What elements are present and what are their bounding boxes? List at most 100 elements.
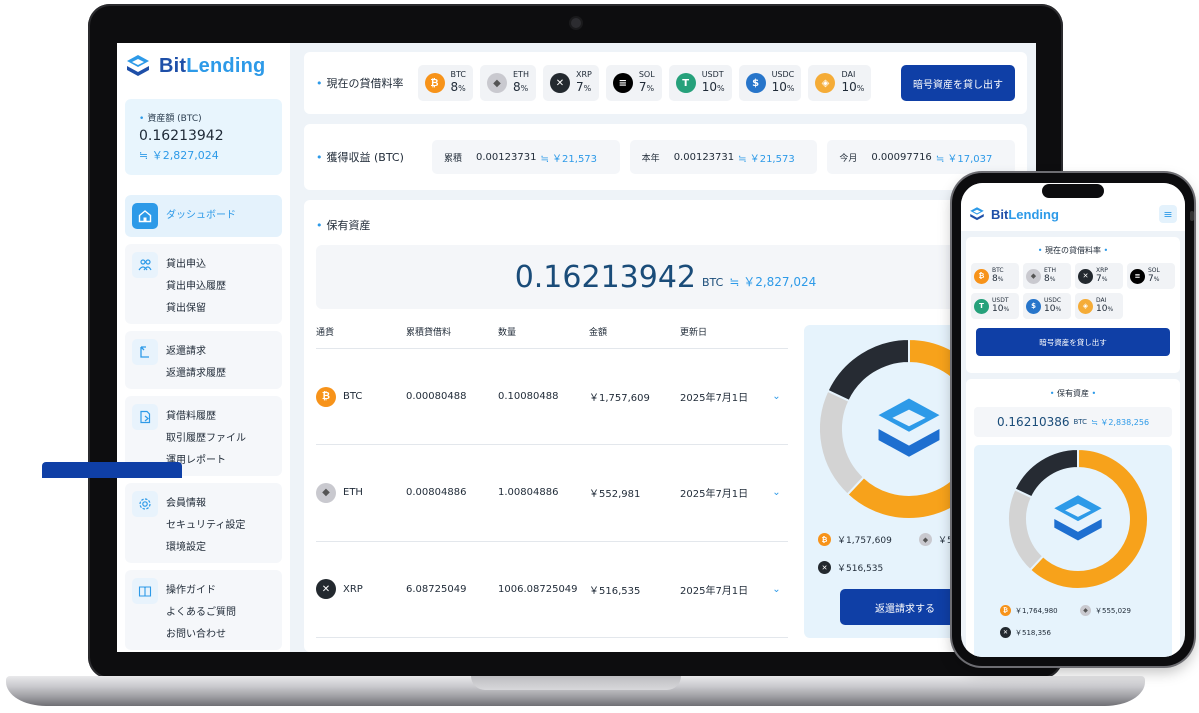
nav-trade-file[interactable]: 取引履歴ファイル xyxy=(166,431,246,446)
phone-holdings-card: 保有資産 0.16210386 BTC ≒ ￥2,838,256 ₿ ￥1,76… xyxy=(966,379,1180,657)
phone-legend-xrp: ✕ ￥518,356 xyxy=(1000,627,1051,638)
laptop-notch xyxy=(471,676,681,690)
legend-xrp: ✕ ￥516,535 xyxy=(818,561,883,574)
rate-number: 8 xyxy=(513,80,521,94)
legend-btc-value: ￥1,757,609 xyxy=(837,536,892,546)
donut-slice-eth xyxy=(818,389,866,497)
cell-fee: 6.08725049 xyxy=(406,541,498,639)
cell-amount: ￥516,535 xyxy=(589,541,680,639)
nav-fee-history[interactable]: 貸借料履歴 xyxy=(166,409,246,424)
lend-crypto-button[interactable]: 暗号資産を貸し出す xyxy=(901,65,1015,101)
phone-lend-button[interactable]: 暗号資産を貸し出す xyxy=(976,328,1170,356)
rate-symbol: USDC xyxy=(1044,297,1062,304)
table-row[interactable]: ✕ XRP 6.08725049 1006.08725049 ￥516,535 2025年… xyxy=(316,541,788,639)
earnings-btc: 0.00123731 xyxy=(673,151,735,163)
phone-legend-btc-value: ￥1,764,980 xyxy=(1015,606,1058,615)
phone-rate-chip-dai: ◈ DAI 10% xyxy=(1075,293,1123,319)
earnings-key: 本年 xyxy=(641,153,660,164)
eth-icon: ◆ xyxy=(1080,605,1091,616)
nav-group-return: 返還請求 返還請求履歴 xyxy=(125,331,282,389)
rate-symbol: USDT xyxy=(701,70,724,79)
donut-slice-eth xyxy=(1007,487,1045,572)
phone-holdings-title: 保有資産 xyxy=(966,388,1180,399)
rate-unit: % xyxy=(1107,306,1114,313)
book-icon xyxy=(132,578,158,604)
xrp-icon: ✕ xyxy=(316,579,336,600)
nav-member-info[interactable]: 会員情報 xyxy=(166,496,245,511)
rate-value: 10% xyxy=(992,304,1009,315)
phone-total-jpy: ≒ ￥2,838,256 xyxy=(1091,417,1150,427)
nav-settings[interactable]: 環境設定 xyxy=(166,540,245,555)
xrp-icon: ✕ xyxy=(1078,268,1093,284)
rate-value: 8% xyxy=(992,274,1004,285)
nav-faq[interactable]: よくあるご質問 xyxy=(166,605,236,620)
rate-number: 10 xyxy=(1096,304,1108,314)
rate-unit: % xyxy=(520,84,529,93)
rate-unit: % xyxy=(1055,306,1062,313)
rate-number: 10 xyxy=(701,80,717,94)
rate-value: 7% xyxy=(1148,274,1160,285)
rate-number: 10 xyxy=(1044,304,1056,314)
allocation-panel: ₿ ￥1,757,609 ◆ ￥5 ✕ ￥516,535 返還請求する xyxy=(804,325,964,638)
rate-symbol: DAI xyxy=(1096,297,1107,304)
table-row[interactable]: ₿ BTC 0.00080488 0.10080488 ￥1,757,609 2025年7… xyxy=(316,348,788,446)
phone-legend-btc: ₿ ￥1,764,980 xyxy=(1000,605,1058,616)
eth-icon: ◆ xyxy=(1026,268,1041,284)
usdc-icon: $ xyxy=(745,73,766,93)
nav-dashboard[interactable]: ダッシュボード xyxy=(125,195,282,237)
nav-lend-pending[interactable]: 貸出保留 xyxy=(166,301,226,316)
nav-guide[interactable]: 操作ガイド xyxy=(166,583,236,598)
nav-group-lending: 貸出申込 貸出申込履歴 貸出保留 xyxy=(125,244,282,324)
chevron-down-icon[interactable]: ⌄ xyxy=(765,444,788,542)
nav-security[interactable]: セキュリティ設定 xyxy=(166,518,245,533)
rate-unit: % xyxy=(458,84,466,93)
return-request-button[interactable]: 返還請求する xyxy=(840,589,964,625)
earnings-jpy: ≒ ￥21,573 xyxy=(738,153,795,165)
phone-rate-chips: ₿ BTC 8% ◆ ETH 8% ✕ XRP 7% ≡ SOL 7% T USDT 10% $ USDC 10%… xyxy=(966,263,1180,319)
phone-rate-chip-btc: ₿ BTC 8% xyxy=(971,263,1019,289)
nav-lend-history[interactable]: 貸出申込履歴 xyxy=(166,279,226,294)
rate-chip-btc: ₿ BTC 8% xyxy=(417,65,473,101)
btc-icon: ₿ xyxy=(974,268,989,284)
chevron-down-icon[interactable]: ⌄ xyxy=(765,541,788,639)
brand-logo[interactable]: BitLending xyxy=(125,53,282,79)
col-currency: 通貨 xyxy=(316,325,406,349)
phone-return-button[interactable] xyxy=(42,462,182,478)
menu-icon[interactable]: ≡ xyxy=(1159,205,1177,223)
holdings-table: 通貨 累積貸借料 数量 金額 更新日 ₿ BTC 0.00080488 0.10080… xyxy=(316,325,788,639)
rate-value: 10% xyxy=(702,80,725,96)
table-row[interactable]: ◆ ETH 0.00804886 1.00804886 ￥552,981 2025年7月1… xyxy=(316,444,788,542)
col-date: 更新日 xyxy=(680,325,765,349)
earnings-jpy: ≒ ￥21,573 xyxy=(540,153,598,165)
earnings-btc: 0.00123731 xyxy=(476,151,537,163)
rate-unit: % xyxy=(786,84,795,93)
sidebar: BitLending 資産額 (BTC) 0.16213942 ≒ ￥2,827… xyxy=(117,43,290,652)
nav-return-request[interactable]: 返還請求 xyxy=(166,344,226,359)
rate-symbol: BTC xyxy=(992,267,1004,274)
allocation-donut xyxy=(818,337,964,520)
return-icon xyxy=(132,339,158,365)
rate-chip-xrp: ✕ XRP 7% xyxy=(542,65,599,101)
logo-icon xyxy=(127,55,149,76)
rate-value: 10% xyxy=(1096,304,1113,315)
holdings-total: 0.16213942 BTC ≒ ￥2,827,024 xyxy=(316,245,1015,309)
cell-date: 2025年7月1日 xyxy=(680,541,765,639)
phone-allocation-panel: ₿ ￥1,764,980 ◆ ￥555,029 ✕ ￥518,356 xyxy=(974,445,1172,657)
nav-group-account: 会員情報 セキュリティ設定 環境設定 xyxy=(125,483,282,563)
phone-legend-xrp-value: ￥518,356 xyxy=(1015,628,1051,637)
phone-rate-chip-xrp: ✕ XRP 7% xyxy=(1075,263,1123,289)
chevron-down-icon[interactable]: ⌄ xyxy=(765,348,788,446)
earnings-card: 獲得収益 (BTC) 累積 0.00123731 ≒ ￥21,573 本年 0.… xyxy=(304,124,1027,190)
rate-value: 10% xyxy=(841,80,864,96)
nav-lend-apply[interactable]: 貸出申込 xyxy=(166,257,226,272)
nav-return-history[interactable]: 返還請求履歴 xyxy=(166,366,226,381)
btc-icon: ₿ xyxy=(316,386,336,407)
laptop-screen: BitLending 資産額 (BTC) 0.16213942 ≒ ￥2,827… xyxy=(117,43,1036,652)
rate-symbol: DAI xyxy=(841,70,856,79)
phone-side-button xyxy=(1190,211,1194,221)
rate-unit: % xyxy=(1101,276,1108,283)
rate-chip-sol: ≡ SOL 7% xyxy=(605,65,662,101)
gear-icon xyxy=(132,491,158,517)
nav-contact[interactable]: お問い合わせ xyxy=(166,627,236,642)
phone-holdings-total: 0.16210386 BTC ≒ ￥2,838,256 xyxy=(974,407,1172,437)
